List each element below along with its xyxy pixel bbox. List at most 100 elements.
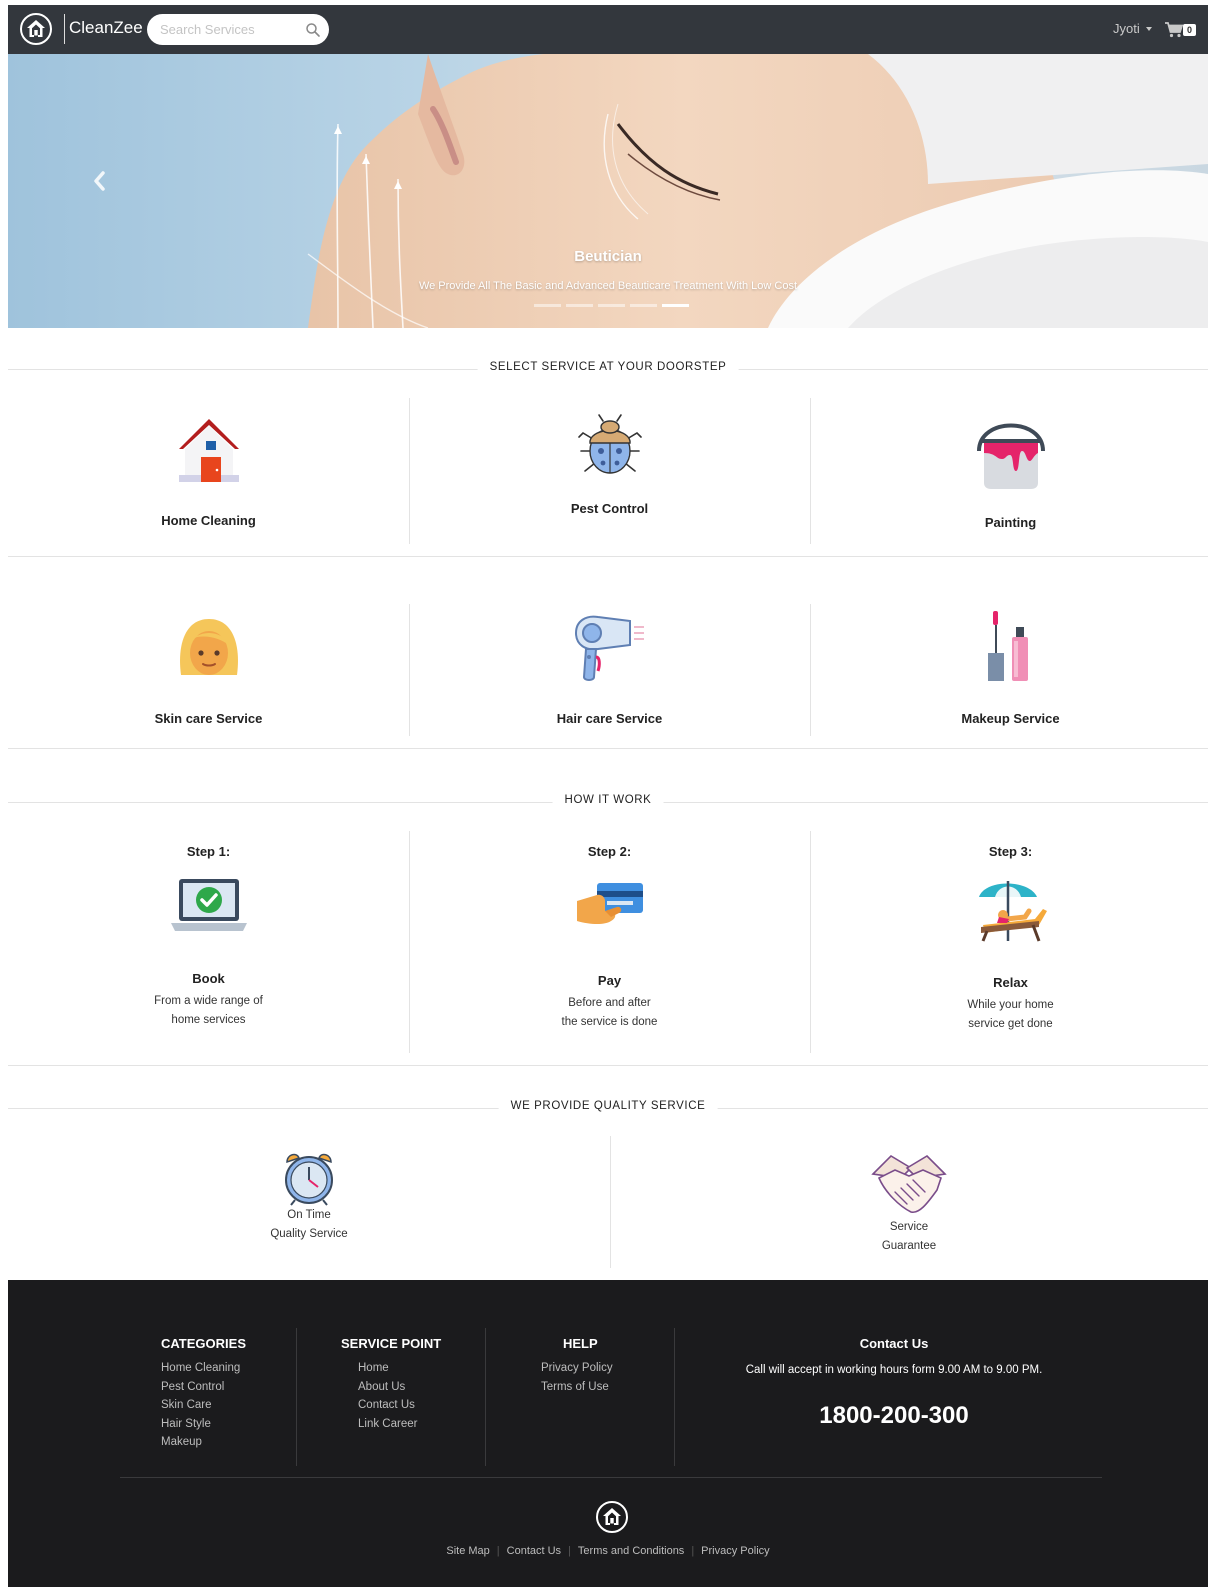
divider [8, 556, 1208, 557]
service-painting[interactable]: Painting [810, 411, 1211, 530]
step-title: Step 3: [988, 844, 1033, 859]
divider [120, 1477, 1102, 1478]
laptop-check-icon [170, 879, 247, 931]
step-pay: Step 2: Pay Before and after the service… [409, 844, 810, 1032]
footer-col-title: HELP [563, 1336, 598, 1351]
brand-name[interactable]: CleanZee [69, 18, 143, 38]
footer-link[interactable]: Pest Control [161, 1378, 246, 1397]
step-desc-line: Before and after [568, 997, 651, 1009]
footer-link[interactable]: Link Career [358, 1415, 491, 1434]
home-logo-icon[interactable] [20, 13, 52, 45]
alarm-clock-icon [285, 1153, 333, 1206]
service-label: Makeup Service [961, 711, 1060, 726]
search-icon[interactable] [305, 22, 321, 38]
quality-heading: WE PROVIDE QUALITY SERVICE [8, 1098, 1208, 1118]
quality-label-line: Service [889, 1221, 929, 1233]
quality-heading-text: WE PROVIDE QUALITY SERVICE [498, 1100, 718, 1112]
step-book: Step 1: Book From a wide range of home s… [8, 844, 409, 1030]
step-desc-line: service get done [968, 1018, 1053, 1030]
step-title: Step 2: [587, 844, 632, 859]
divider [485, 1328, 486, 1466]
step-desc-line: From a wide range of [154, 995, 263, 1007]
step-title: Step 1: [186, 844, 231, 859]
service-label: Pest Control [570, 501, 649, 516]
quality-label-line: Guarantee [881, 1240, 937, 1252]
step-name: Pay [597, 973, 622, 988]
search-input[interactable] [147, 14, 329, 45]
bug-icon [577, 414, 642, 474]
carousel-indicator[interactable] [598, 304, 625, 307]
step-desc-line: While your home [967, 999, 1054, 1011]
step-name: Relax [993, 975, 1028, 990]
lipstick-icon [987, 611, 1028, 681]
hero-carousel[interactable]: Beutician We Provide All The Basic and A… [8, 54, 1208, 328]
step-desc: Before and after the service is done [409, 994, 810, 1032]
footer-link-sitemap[interactable]: Site Map [439, 1545, 496, 1557]
woman-face-icon [179, 619, 238, 675]
footer: CATEGORIES Home Cleaning Pest Control Sk… [8, 1280, 1208, 1587]
step-desc: From a wide range of home services [8, 992, 409, 1030]
cart-count-badge: 0 [1183, 24, 1196, 36]
quality-on-time: On Time Quality Service [8, 1150, 610, 1244]
cart-icon[interactable] [1164, 21, 1184, 39]
hero-title: Beutician [574, 248, 642, 265]
footer-link[interactable]: Hair Style [161, 1415, 246, 1434]
footer-link-contact[interactable]: Contact Us [500, 1545, 568, 1557]
beach-chair-icon [978, 881, 1047, 942]
footer-service-point: SERVICE POINT Home About Us Contact Us L… [341, 1336, 491, 1433]
quality-guarantee: Service Guarantee [610, 1150, 1208, 1256]
step-relax: Step 3: Relax While your home service ge… [810, 844, 1211, 1034]
contact-title: Contact Us [859, 1336, 929, 1351]
footer-link-privacy[interactable]: Privacy Policy [694, 1545, 776, 1557]
home-logo-icon[interactable] [596, 1501, 628, 1533]
service-skin-care[interactable]: Skin care Service [8, 615, 409, 726]
paint-bucket-icon [976, 423, 1045, 489]
how-it-work-heading: HOW IT WORK [8, 792, 1208, 812]
service-home-cleaning[interactable]: Home Cleaning [8, 413, 409, 528]
contact-phone[interactable]: 1800-200-300 [684, 1402, 1104, 1430]
caret-down-icon[interactable] [1146, 27, 1152, 31]
footer-col-title: SERVICE POINT [341, 1336, 442, 1351]
divider [296, 1328, 297, 1466]
divider [8, 1065, 1208, 1066]
house-icon [178, 419, 239, 482]
carousel-indicator[interactable] [630, 304, 657, 307]
divider [674, 1328, 675, 1466]
footer-link[interactable]: Contact Us [358, 1396, 491, 1415]
step-desc-line: the service is done [561, 1016, 658, 1028]
card-payment-icon [576, 883, 643, 924]
footer-link[interactable]: Home Cleaning [161, 1359, 246, 1378]
quality-label-line: On Time [287, 1209, 331, 1221]
footer-link[interactable]: Skin Care [161, 1396, 246, 1415]
footer-link[interactable]: Terms of Use [541, 1378, 613, 1397]
services-heading-text: SELECT SERVICE AT YOUR DOORSTEP [477, 361, 739, 373]
service-label: Hair care Service [556, 711, 663, 726]
hero-caption: We Provide All The Basic and Advanced Be… [418, 280, 798, 292]
service-label: Skin care Service [154, 711, 263, 726]
divider [8, 748, 1208, 749]
service-label: Painting [984, 515, 1037, 530]
service-makeup[interactable]: Makeup Service [810, 611, 1211, 726]
quality-label-line: Quality Service [270, 1228, 348, 1240]
carousel-indicator[interactable] [534, 304, 561, 307]
service-label: Home Cleaning [161, 513, 256, 528]
carousel-prev-icon[interactable] [88, 166, 112, 196]
navbar: CleanZee Jyoti 0 [8, 5, 1208, 54]
contact-hours: Call will accept in working hours form 9… [745, 1364, 1043, 1376]
handshake-icon [871, 1154, 947, 1214]
service-pest-control[interactable]: Pest Control [409, 413, 810, 516]
step-desc: While your home service get done [810, 996, 1211, 1034]
footer-link[interactable]: Home [358, 1359, 491, 1378]
footer-categories: CATEGORIES Home Cleaning Pest Control Sk… [161, 1336, 246, 1452]
carousel-indicator[interactable] [566, 304, 593, 307]
footer-link[interactable]: Makeup [161, 1433, 246, 1452]
quality-label: On Time Quality Service [8, 1206, 610, 1244]
services-heading: SELECT SERVICE AT YOUR DOORSTEP [8, 359, 1208, 379]
user-menu[interactable]: Jyoti [1113, 21, 1140, 36]
carousel-indicator-active[interactable] [662, 304, 689, 307]
footer-link[interactable]: About Us [358, 1378, 491, 1397]
footer-col-title: CATEGORIES [161, 1336, 246, 1351]
service-hair-care[interactable]: Hair care Service [409, 613, 810, 726]
footer-link[interactable]: Privacy Policy [541, 1359, 613, 1378]
footer-link-terms[interactable]: Terms and Conditions [571, 1545, 691, 1557]
